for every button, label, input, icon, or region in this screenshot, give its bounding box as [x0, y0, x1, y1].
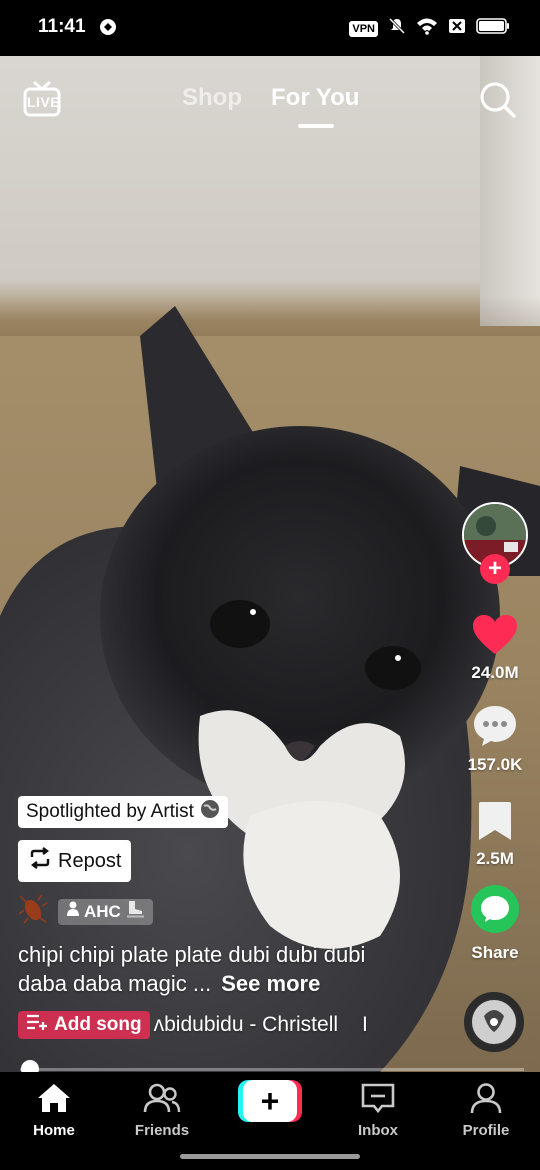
status-icons: VPN: [349, 17, 510, 40]
status-time: 11:41: [38, 16, 86, 37]
repost-button[interactable]: Repost: [18, 840, 132, 882]
home-icon: [38, 1084, 70, 1112]
save-count: 2.5M: [476, 849, 514, 868]
video-caption[interactable]: chipi chipi plate plate dubi dubi dubi d…: [18, 940, 398, 998]
save-button[interactable]: 2.5M: [460, 800, 530, 869]
comment-count: 157.0K: [467, 755, 523, 774]
active-tab-indicator: [298, 124, 334, 128]
like-button[interactable]: 24.0M: [460, 614, 530, 683]
search-icon[interactable]: [478, 80, 518, 125]
share-icon: [471, 885, 519, 933]
music-row: Add song ʌbidubidu - Christell I: [18, 1011, 398, 1039]
add-song-label: Add song: [54, 1014, 142, 1035]
author-name: AHC: [84, 901, 121, 921]
nav-home-label: Home: [33, 1122, 75, 1139]
friends-icon: [143, 1083, 181, 1113]
nav-inbox-label: Inbox: [358, 1122, 398, 1139]
see-more-link[interactable]: See more: [221, 971, 320, 996]
add-song-button[interactable]: Add song: [18, 1011, 150, 1039]
author-row: AHC: [18, 894, 153, 929]
mute-icon: [388, 17, 406, 40]
battery-icon: [476, 18, 510, 39]
share-button[interactable]: Share: [460, 884, 530, 963]
nav-inbox[interactable]: Inbox: [333, 1082, 423, 1139]
follow-button[interactable]: +: [480, 554, 510, 584]
nav-profile-label: Profile: [462, 1122, 510, 1139]
nav-home[interactable]: Home: [9, 1082, 99, 1139]
nav-friends[interactable]: Friends: [117, 1082, 207, 1139]
heart-icon: [473, 615, 517, 654]
skate-emoji-icon: [125, 900, 145, 923]
share-label: Share: [471, 943, 519, 962]
cockroach-emoji-icon: [18, 894, 48, 929]
spotlight-label: Spotlighted by Artist: [26, 801, 194, 822]
globe-icon: [200, 799, 220, 825]
nav-profile[interactable]: Profile: [441, 1082, 531, 1139]
nav-friends-label: Friends: [134, 1122, 190, 1139]
song-name[interactable]: ʌbidubidu - Christell: [154, 1013, 338, 1037]
spotlight-badge[interactable]: Spotlighted by Artist: [18, 796, 228, 828]
notification-icon: [98, 17, 118, 42]
add-playlist-icon: [26, 1013, 48, 1037]
no-sim-icon: [448, 18, 466, 39]
status-bar: 11:41 VPN: [0, 0, 540, 56]
progress-bar[interactable]: [20, 1068, 524, 1071]
music-disc[interactable]: [464, 992, 524, 1052]
plus-icon: +: [243, 1080, 297, 1122]
create-button[interactable]: +: [238, 1080, 302, 1122]
like-count: 24.0M: [471, 663, 519, 682]
profile-icon: [470, 1083, 502, 1114]
person-icon: [66, 901, 80, 922]
feed-tabs: Shop For You: [0, 84, 540, 128]
song-name-tail: I: [362, 1013, 368, 1036]
vpn-icon: VPN: [349, 20, 378, 37]
bookmark-icon: [479, 802, 511, 840]
repost-icon: [28, 847, 52, 875]
home-indicator[interactable]: [180, 1154, 360, 1159]
author-tag[interactable]: AHC: [58, 898, 153, 925]
wifi-icon: [416, 17, 438, 40]
inbox-icon: [361, 1083, 395, 1114]
tab-for-you[interactable]: For You: [271, 84, 359, 112]
comment-button[interactable]: 157.0K: [460, 704, 530, 775]
tab-shop[interactable]: Shop: [182, 84, 242, 112]
repost-label: Repost: [58, 849, 122, 872]
comment-icon: [474, 706, 516, 746]
